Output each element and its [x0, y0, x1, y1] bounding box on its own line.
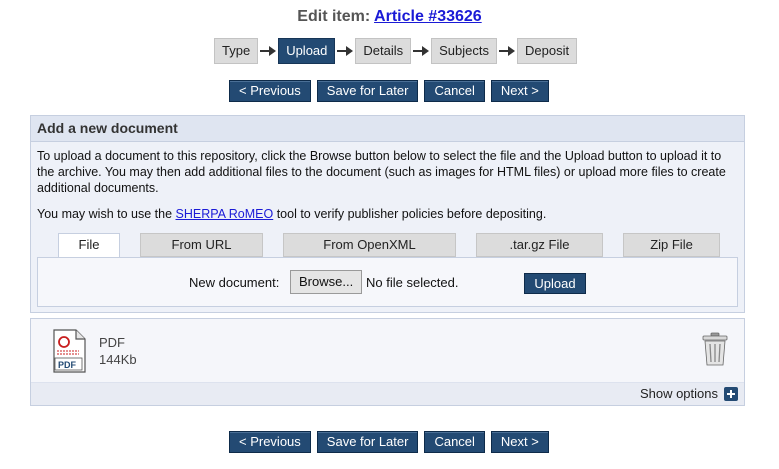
svg-text:PDF: PDF — [58, 360, 77, 370]
file-tab-body: New document: Browse... No file selected… — [37, 257, 738, 307]
stage-type[interactable]: Type — [214, 38, 259, 64]
arrow-icon — [335, 45, 355, 57]
document-format: PDF — [99, 335, 125, 350]
document-options-bar: Show options — [31, 382, 744, 405]
upload-instructions: To upload a document to this repository,… — [37, 149, 726, 195]
previous-button[interactable]: < Previous — [229, 80, 311, 102]
show-options-link[interactable]: Show options — [640, 386, 718, 401]
sherpa-romeo-link[interactable]: SHERPA RoMEO — [176, 207, 274, 221]
save-for-later-button[interactable]: Save for Later — [316, 80, 419, 102]
arrow-icon — [497, 45, 517, 57]
next-button[interactable]: Next > — [490, 80, 549, 102]
stage-subjects[interactable]: Subjects — [431, 38, 498, 64]
nav-buttons-bottom: < Previous Save for Later Cancel Next > — [229, 431, 549, 453]
browse-button[interactable]: Browse... — [290, 270, 363, 294]
item-link[interactable]: Article #33626 — [374, 8, 482, 25]
stage-details[interactable]: Details — [355, 38, 412, 64]
plus-icon[interactable] — [724, 387, 738, 401]
tab-file[interactable]: File — [58, 233, 120, 258]
panel-title: Add a new document — [31, 116, 744, 142]
tab-targz-file[interactable]: .tar.gz File — [476, 233, 603, 257]
next-button[interactable]: Next > — [490, 431, 549, 453]
new-document-label: New document: — [189, 275, 280, 290]
file-status-text: No file selected. — [366, 275, 459, 290]
upload-button[interactable]: Upload — [524, 273, 586, 294]
page-title: Edit item: Article #33626 — [0, 8, 779, 26]
stage-deposit[interactable]: Deposit — [517, 38, 578, 64]
arrow-icon — [258, 45, 278, 57]
cancel-button[interactable]: Cancel — [424, 80, 485, 102]
tab-from-openxml[interactable]: From OpenXML — [283, 233, 456, 257]
save-for-later-button[interactable]: Save for Later — [316, 431, 419, 453]
cancel-button[interactable]: Cancel — [424, 431, 485, 453]
add-document-panel: Add a new document To upload a document … — [30, 115, 745, 313]
page-title-prefix: Edit item: — [297, 8, 371, 25]
tab-zip-file[interactable]: Zip File — [623, 233, 720, 257]
sherpa-suffix: tool to verify publisher policies before… — [273, 207, 547, 221]
document-size: 144Kb — [99, 352, 137, 367]
pdf-file-icon[interactable]: PDF — [52, 329, 86, 373]
workflow-steps: Type Upload Details Subjects Deposit — [214, 38, 578, 64]
nav-buttons-top: < Previous Save for Later Cancel Next > — [229, 80, 549, 102]
tab-from-url[interactable]: From URL — [140, 233, 263, 257]
document-item: PDF PDF 144Kb Show options — [30, 318, 745, 406]
sherpa-note: You may wish to use the SHERPA RoMEO too… — [37, 207, 737, 221]
trash-icon[interactable] — [701, 332, 729, 366]
sherpa-prefix: You may wish to use the — [37, 207, 176, 221]
stage-upload[interactable]: Upload — [278, 38, 336, 64]
arrow-icon — [411, 45, 431, 57]
previous-button[interactable]: < Previous — [229, 431, 311, 453]
